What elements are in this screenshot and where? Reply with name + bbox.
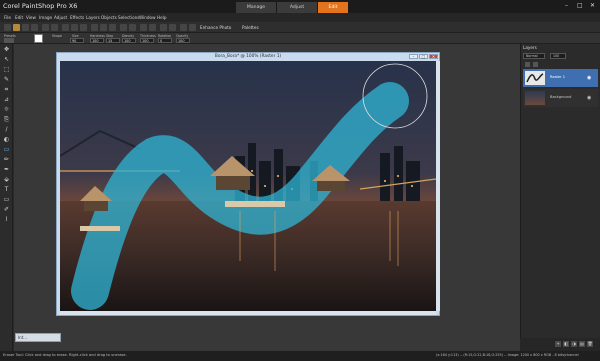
makeover-tool-icon[interactable]: ☼ — [3, 106, 10, 113]
new-layer-icon[interactable]: + — [555, 341, 561, 347]
step-field[interactable]: 15 — [106, 38, 120, 43]
rotate-icon[interactable] — [100, 24, 107, 31]
menu-adjust[interactable]: Adjust — [54, 15, 67, 20]
menu-selections[interactable]: Selections — [118, 15, 139, 20]
resize-icon[interactable] — [109, 24, 116, 31]
open-folder-icon[interactable] — [13, 24, 20, 31]
link-icon[interactable] — [533, 62, 538, 67]
group-icon[interactable]: ▤ — [579, 341, 585, 347]
menu-effects[interactable]: Effects — [70, 15, 84, 20]
layer-lock-toolbar — [523, 62, 598, 67]
blend-mode-dropdown[interactable]: Normal — [523, 53, 545, 59]
save-icon[interactable] — [22, 24, 29, 31]
document-title: Bora_Bora* @ 100% (Raster 1) — [214, 54, 282, 59]
status-info: (x:164 y:113) -- (R:15,G:22,B:18,O:255) … — [436, 353, 579, 357]
size-field[interactable]: 90 — [70, 38, 84, 43]
layers-panel-title: Layers — [523, 45, 537, 50]
scratch-remover-icon[interactable]: ∕ — [3, 126, 10, 133]
shape-tool-icon[interactable]: ▭ — [3, 196, 10, 203]
doc-close-button[interactable]: ✕ — [429, 54, 438, 59]
clone-tool-icon[interactable]: ⎘ — [3, 116, 10, 123]
pan-tool-icon[interactable]: ✥ — [3, 46, 10, 53]
layer-name: Raster 1 — [550, 75, 566, 79]
crop-icon[interactable] — [91, 24, 98, 31]
horizontal-scrollbar[interactable] — [60, 311, 436, 315]
dropper-tool-icon[interactable]: ✎ — [3, 76, 10, 83]
selection-tool-icon[interactable]: ⬚ — [3, 66, 10, 73]
doc-minimize-button[interactable]: – — [409, 54, 418, 59]
opacity-field[interactable]: 100 — [176, 38, 190, 43]
airbrush-icon[interactable]: ✒ — [3, 166, 10, 173]
layer-thumbnail — [525, 71, 545, 85]
eraser-tool-icon[interactable]: ▭ — [3, 146, 10, 153]
enhance-photo-menu[interactable]: Enhance Photo — [200, 25, 231, 30]
crop-tool-icon[interactable]: ⌗ — [3, 86, 10, 93]
tab-manage[interactable]: Manage — [236, 2, 276, 13]
lock-icon[interactable] — [525, 62, 530, 67]
vertical-scrollbar[interactable] — [436, 61, 440, 311]
menu-file[interactable]: File — [4, 15, 11, 20]
cut-icon[interactable] — [62, 24, 69, 31]
fill-tool-icon[interactable]: ⬙ — [3, 176, 10, 183]
layers-icon[interactable] — [120, 24, 127, 31]
zoom-out-icon[interactable] — [169, 24, 176, 31]
layer-row-raster-1[interactable]: Raster 1 ◉ — [523, 69, 598, 87]
delete-layer-icon[interactable]: 🗑 — [587, 341, 593, 347]
menu-view[interactable]: View — [26, 15, 36, 20]
density-field[interactable]: 100 — [122, 38, 136, 43]
canvas-image — [60, 61, 436, 311]
tab-adjust[interactable]: Adjust — [277, 2, 317, 13]
maximize-button[interactable]: □ — [577, 2, 583, 9]
layer-row-background[interactable]: Background ◉ — [523, 89, 598, 107]
pen-tool-icon[interactable]: ✐ — [3, 206, 10, 213]
tab-edit[interactable]: Edit — [318, 2, 348, 13]
straighten-tool-icon[interactable]: ⊿ — [3, 96, 10, 103]
fit-window-icon[interactable] — [180, 24, 187, 31]
menu-edit[interactable]: Edit — [15, 15, 23, 20]
hardness-field[interactable]: 100 — [90, 38, 104, 43]
minimize-button[interactable]: – — [565, 2, 568, 9]
rotation-field[interactable]: 0 — [158, 38, 172, 43]
paste-icon[interactable] — [80, 24, 87, 31]
minimized-window[interactable]: Int... — [15, 333, 61, 342]
brush-shape-icon[interactable] — [34, 34, 43, 43]
undo-icon[interactable] — [42, 24, 49, 31]
image-canvas[interactable] — [60, 61, 436, 311]
layer-name: Background — [550, 95, 572, 99]
visibility-eye-icon[interactable]: ◉ — [587, 75, 591, 81]
actual-size-icon[interactable] — [189, 24, 196, 31]
visibility-eye-icon[interactable]: ◉ — [587, 95, 591, 101]
layer-opacity-field[interactable]: 100 — [550, 53, 566, 59]
redo-icon[interactable] — [51, 24, 58, 31]
mask-icon[interactable]: ◧ — [563, 341, 569, 347]
script-icon[interactable] — [140, 24, 147, 31]
close-button[interactable]: ✕ — [590, 2, 595, 9]
text-tool-icon[interactable]: T — [3, 186, 10, 193]
status-hint: Eraser Tool: Click and drag to erase. Ri… — [3, 353, 127, 357]
dodge-tool-icon[interactable]: ◐ — [3, 136, 10, 143]
pick-tool-icon[interactable]: ↖ — [3, 56, 10, 63]
menu-image[interactable]: Image — [39, 15, 52, 20]
copy-icon[interactable] — [71, 24, 78, 31]
shape-label: Shape — [52, 34, 62, 38]
adjustment-layer-icon[interactable]: ◑ — [571, 341, 577, 347]
print-icon[interactable] — [31, 24, 38, 31]
menu-window[interactable]: Window — [139, 15, 156, 20]
stop-script-icon[interactable] — [149, 24, 156, 31]
doc-maximize-button[interactable]: □ — [419, 54, 428, 59]
presets-dropdown[interactable] — [4, 38, 14, 43]
menu-help[interactable]: Help — [157, 15, 167, 20]
grid-icon[interactable] — [129, 24, 136, 31]
new-file-icon[interactable] — [4, 24, 11, 31]
thickness-field[interactable]: 100 — [140, 38, 154, 43]
standard-toolbar — [0, 22, 600, 33]
paint-brush-icon[interactable]: ✏ — [3, 156, 10, 163]
palettes-menu[interactable]: Palettes — [242, 25, 259, 30]
menu-layers[interactable]: Layers — [86, 15, 100, 20]
zoom-in-icon[interactable] — [160, 24, 167, 31]
app-title: Corel PaintShop Pro X6 — [3, 2, 78, 10]
menu-objects[interactable]: Objects — [101, 15, 117, 20]
warp-tool-icon[interactable]: ⌇ — [3, 216, 10, 223]
layer-thumbnail — [525, 91, 545, 105]
